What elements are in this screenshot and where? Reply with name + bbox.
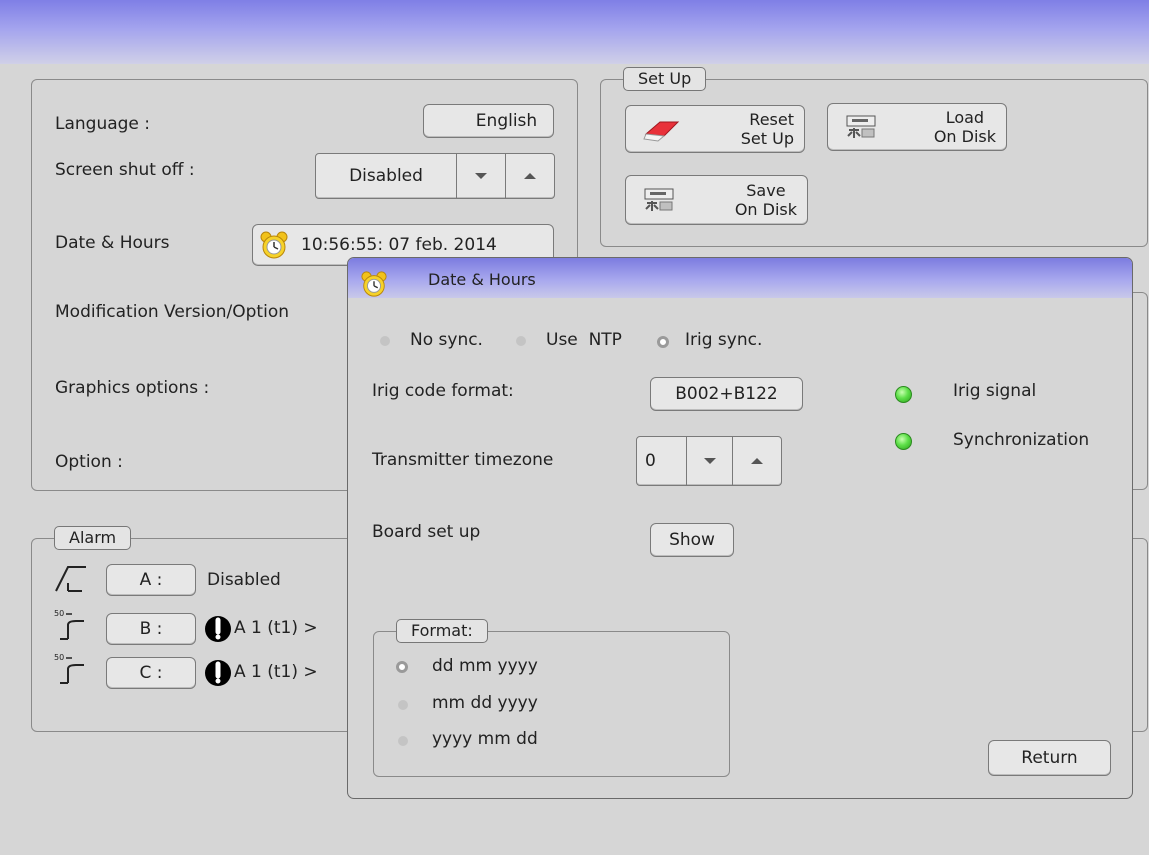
- load-on-disk-button[interactable]: Load On Disk: [827, 103, 1007, 151]
- alarm-a-status: Disabled: [207, 570, 281, 590]
- date-hours-value: 10:56:55: 07 feb. 2014: [301, 235, 497, 255]
- irig-format-value: B002+B122: [675, 384, 778, 404]
- rising-edge-icon: [55, 566, 86, 592]
- irig-sync-radio[interactable]: [657, 336, 669, 348]
- exclamation-icon: [205, 616, 231, 642]
- down-arrow-icon: [475, 173, 487, 179]
- timezone-down-button[interactable]: [686, 436, 733, 486]
- screen-shutoff-down-button[interactable]: [456, 153, 506, 199]
- modification-label: Modification Version/Option: [55, 302, 289, 322]
- reset-line-2: Set Up: [740, 129, 794, 148]
- alarm-a-button[interactable]: A :: [106, 564, 196, 596]
- language-button[interactable]: English: [423, 104, 554, 138]
- screen-shutoff-text: Disabled: [349, 166, 423, 186]
- use-ntp-label: Use NTP: [546, 330, 622, 350]
- disk-drive-icon: [644, 188, 674, 211]
- reset-line-1: Reset: [749, 110, 794, 129]
- option-label: Option :: [55, 452, 123, 472]
- synchronization-label: Synchronization: [953, 430, 1090, 450]
- use-ntp-radio[interactable]: [516, 336, 526, 346]
- alarm-c-button[interactable]: C :: [106, 657, 196, 689]
- timezone-label: Transmitter timezone: [372, 450, 554, 470]
- alarm-clock-icon: [260, 231, 288, 259]
- return-button[interactable]: Return: [988, 740, 1111, 776]
- load-line-1: Load: [945, 108, 985, 127]
- svg-text:50: 50: [54, 609, 64, 618]
- setup-legend: Set Up: [623, 67, 707, 91]
- format-mm-dd-yyyy-label: mm dd yyyy: [432, 693, 538, 713]
- irig-signal-label: Irig signal: [953, 381, 1037, 401]
- svg-text:50: 50: [54, 653, 64, 662]
- threshold-icon: 50: [54, 609, 84, 640]
- dialog-title: Date & Hours: [428, 270, 536, 289]
- board-setup-label: Board set up: [372, 522, 481, 542]
- up-arrow-icon: [524, 173, 536, 179]
- alarm-b-status: A 1 (t1) >: [234, 618, 318, 638]
- timezone-value: 0: [636, 436, 687, 486]
- irig-format-button[interactable]: B002+B122: [650, 377, 803, 411]
- format-yyyy-mm-dd-label: yyyy mm dd: [432, 729, 538, 749]
- date-hours-dialog: Date & Hours No sync. Use NTP Irig sync.…: [347, 257, 1133, 799]
- exclamation-icon: [205, 660, 231, 686]
- irig-sync-label: Irig sync.: [685, 330, 763, 350]
- disk-drive-icon: [846, 115, 876, 138]
- alarm-c-status: A 1 (t1) >: [234, 662, 318, 682]
- load-line-2: On Disk: [933, 127, 996, 146]
- timezone-up-button[interactable]: [732, 436, 782, 486]
- format-dd-mm-yyyy-radio[interactable]: [396, 661, 408, 673]
- save-line-1: Save: [746, 181, 786, 200]
- screen-shutoff-up-button[interactable]: [505, 153, 555, 199]
- down-arrow-icon: [703, 458, 716, 464]
- eraser-icon: [643, 121, 680, 142]
- window-title-bar: [0, 0, 1149, 64]
- save-on-disk-button[interactable]: Save On Disk: [625, 175, 808, 225]
- format-legend: Format:: [396, 619, 488, 643]
- dialog-title-bar: Date & Hours: [348, 258, 1132, 298]
- format-mm-dd-yyyy-radio[interactable]: [398, 700, 408, 710]
- threshold-icon: 50: [54, 653, 84, 684]
- synchronization-led: [895, 433, 912, 450]
- no-sync-radio[interactable]: [380, 336, 390, 346]
- graphics-options-label: Graphics options :: [55, 378, 210, 398]
- alarm-b-key: B :: [139, 619, 163, 639]
- irig-signal-led: [895, 386, 912, 403]
- format-group: Format: dd mm yyyy mm dd yyyy yyyy mm dd: [373, 619, 730, 777]
- alarm-a-key: A :: [139, 570, 163, 590]
- format-dd-mm-yyyy-label: dd mm yyyy: [432, 656, 538, 676]
- alarm-b-button[interactable]: B :: [106, 613, 196, 645]
- alarm-legend: Alarm: [54, 526, 132, 550]
- screen-shutoff-value: Disabled: [315, 153, 457, 199]
- show-button[interactable]: Show: [650, 523, 734, 557]
- no-sync-label: No sync.: [410, 330, 483, 350]
- date-hours-label: Date & Hours: [55, 233, 170, 253]
- show-button-label: Show: [669, 530, 715, 550]
- alarm-clock-icon: [361, 271, 387, 297]
- alarm-c-key: C :: [139, 663, 163, 683]
- reset-setup-button[interactable]: Reset Set Up: [625, 105, 805, 153]
- up-arrow-icon: [751, 458, 763, 464]
- setup-panel: Set Up Reset Set Up Load On Disk Save On…: [600, 67, 1148, 247]
- save-line-2: On Disk: [734, 200, 797, 219]
- return-button-label: Return: [1021, 748, 1078, 768]
- format-yyyy-mm-dd-radio[interactable]: [398, 736, 408, 746]
- language-value: English: [475, 111, 538, 131]
- irig-format-label: Irig code format:: [372, 381, 514, 401]
- timezone-value-text: 0: [645, 451, 656, 471]
- language-label: Language :: [55, 114, 151, 134]
- screen-shutoff-label: Screen shut off :: [55, 160, 195, 180]
